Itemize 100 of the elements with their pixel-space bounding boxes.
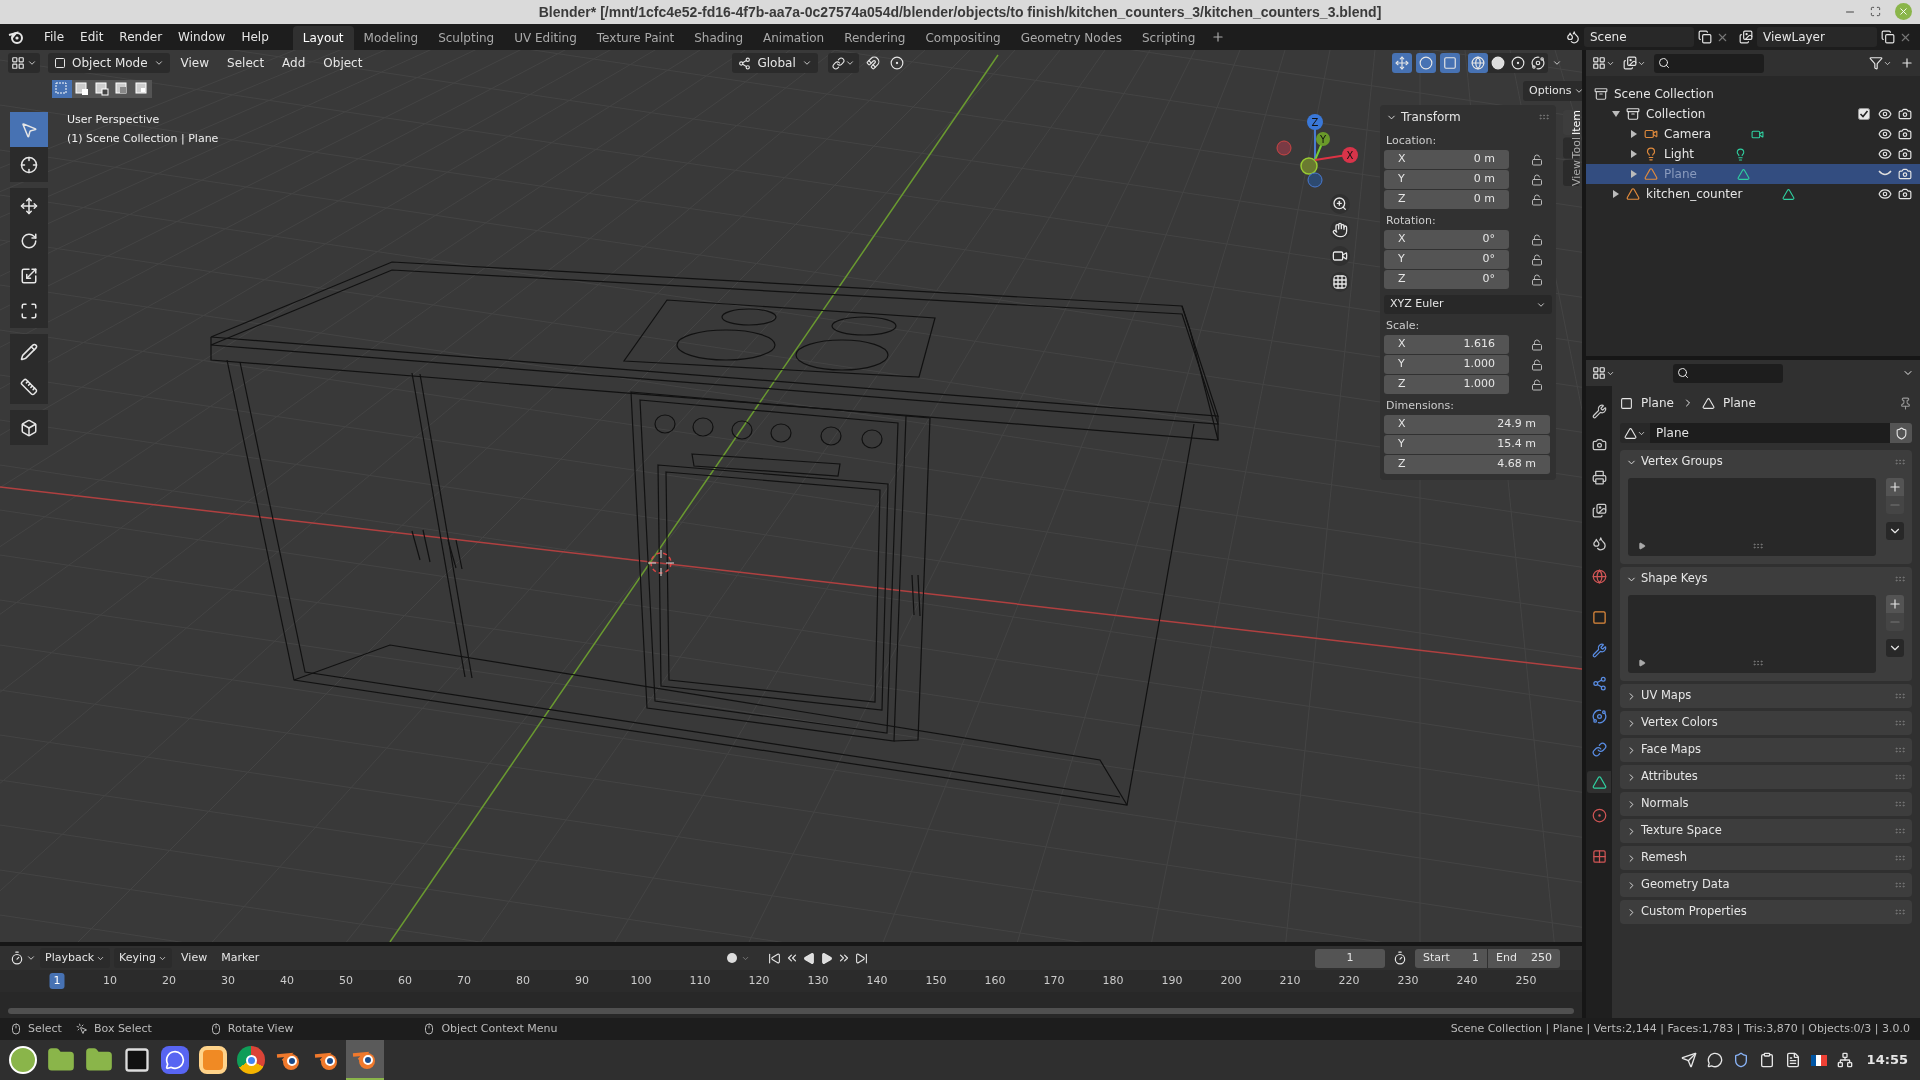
- frame-number[interactable]: 30: [217, 973, 240, 989]
- frame-number[interactable]: 220: [1334, 973, 1364, 989]
- value-field[interactable]: Z 1.000: [1384, 375, 1509, 394]
- frame-number[interactable]: 50: [335, 973, 358, 989]
- frame-number[interactable]: 80: [512, 973, 535, 989]
- value-field[interactable]: Z 0°: [1384, 270, 1509, 289]
- menu-item[interactable]: File: [36, 28, 73, 46]
- value-field[interactable]: X 1.616: [1384, 335, 1509, 354]
- frame-number[interactable]: 150: [921, 973, 951, 989]
- workspace-tab[interactable]: Texture Paint: [586, 26, 685, 50]
- start-frame-field[interactable]: Start 1: [1415, 948, 1487, 968]
- menu-item[interactable]: Object: [316, 54, 370, 72]
- sidebar-tab[interactable]: Tool: [1563, 137, 1579, 159]
- view-layer-field[interactable]: ViewLayer: [1757, 27, 1877, 47]
- workspace-tab[interactable]: Compositing: [915, 26, 1011, 50]
- group-label: Scale:: [1385, 318, 1421, 334]
- frame-number[interactable]: 160: [980, 973, 1010, 989]
- viewport-info-text: (1) Scene Collection | Plane: [67, 130, 219, 147]
- frame-number[interactable]: 60: [394, 973, 417, 989]
- panel-title[interactable]: Vertex Groups: [1641, 453, 1890, 471]
- sidebar-tab[interactable]: View: [1563, 160, 1579, 187]
- frame-number[interactable]: 90: [571, 973, 594, 989]
- breadcrumb-item[interactable]: Plane: [1641, 394, 1674, 412]
- scene-field[interactable]: Scene: [1584, 27, 1694, 47]
- mode-dropdown[interactable]: Object Mode: [48, 53, 170, 73]
- panel-title[interactable]: Shape Keys: [1641, 570, 1890, 588]
- axis-gizmo-drawing[interactable]: Z Y X: [1272, 110, 1364, 194]
- frame-number[interactable]: 130: [803, 973, 833, 989]
- breadcrumb-item[interactable]: Plane: [1722, 394, 1756, 412]
- frame-number[interactable]: 170: [1039, 973, 1069, 989]
- frame-number[interactable]: 250: [1511, 973, 1541, 989]
- value-field[interactable]: Y 1.000: [1384, 355, 1509, 374]
- menu-item[interactable]: View: [173, 54, 217, 72]
- panel-title[interactable]: UV Maps: [1641, 687, 1890, 705]
- panel-title[interactable]: Attributes: [1641, 768, 1890, 786]
- workspace-tab[interactable]: Rendering: [834, 26, 916, 50]
- end-frame-field[interactable]: End 250: [1488, 948, 1560, 968]
- panel-title[interactable]: Geometry Data: [1641, 876, 1890, 894]
- sidebar-tab[interactable]: Item: [1563, 110, 1579, 136]
- workspace-tab[interactable]: Sculpting: [428, 26, 505, 50]
- menu-item[interactable]: Help: [233, 28, 277, 46]
- menu-item[interactable]: Marker: [216, 948, 265, 968]
- panel-title[interactable]: Remesh: [1641, 849, 1890, 867]
- menu-item[interactable]: Edit: [72, 28, 112, 46]
- outliner-row[interactable]: Collection: [1586, 104, 1920, 124]
- panel-title[interactable]: Texture Space: [1641, 822, 1890, 840]
- status-hint: Select: [28, 1020, 62, 1037]
- frame-number[interactable]: 40: [276, 973, 299, 989]
- outliner-row[interactable]: Light: [1586, 144, 1920, 164]
- mesh-name-field[interactable]: Plane: [1650, 423, 1890, 443]
- scene-statistics: Scene Collection | Plane | Verts:2,144 | Faces:1,783 | Tris:3,870 | Objects:0/3 | 3.0.0: [1450, 1020, 1910, 1037]
- item-label: Collection: [1646, 106, 1706, 123]
- value-field[interactable]: Y 0°: [1384, 250, 1509, 269]
- value-field[interactable]: X 0 m: [1384, 150, 1509, 169]
- workspace-tab[interactable]: Shading: [684, 26, 753, 50]
- workspace-tab[interactable]: UV Editing: [504, 26, 587, 50]
- frame-number[interactable]: 230: [1393, 973, 1423, 989]
- workspace-tab[interactable]: Geometry Nodes: [1010, 26, 1132, 50]
- frame-number[interactable]: 110: [685, 973, 715, 989]
- value-field[interactable]: Z 4.68 m: [1384, 455, 1550, 474]
- workspace-tab[interactable]: Layout: [292, 26, 354, 50]
- frame-number[interactable]: 20: [158, 973, 181, 989]
- outliner-row[interactable]: Camera: [1586, 124, 1920, 144]
- options-dropdown[interactable]: Options: [1523, 81, 1582, 101]
- workspace-tab[interactable]: Scripting: [1131, 26, 1206, 50]
- menu-item[interactable]: Select: [220, 54, 272, 72]
- value-field[interactable]: Y 15.4 m: [1384, 435, 1550, 454]
- workspace-tab[interactable]: Modeling: [353, 26, 429, 50]
- menu-item[interactable]: Render: [111, 28, 171, 46]
- panel-title[interactable]: Transform: [1401, 108, 1534, 126]
- value-field[interactable]: X 24.9 m: [1384, 415, 1550, 434]
- frame-number[interactable]: 70: [453, 973, 476, 989]
- panel-title[interactable]: Normals: [1641, 795, 1890, 813]
- menu-item[interactable]: View: [176, 948, 213, 968]
- panel-title[interactable]: Custom Properties: [1641, 903, 1890, 921]
- panel-title[interactable]: Face Maps: [1641, 741, 1890, 759]
- frame-number[interactable]: 190: [1157, 973, 1187, 989]
- value-field[interactable]: Z 0 m: [1384, 190, 1509, 209]
- frame-number[interactable]: 1: [49, 973, 65, 989]
- current-frame-field[interactable]: 1: [1315, 948, 1385, 968]
- value-field[interactable]: X 0°: [1384, 230, 1509, 249]
- workspace-tab[interactable]: Animation: [753, 26, 835, 50]
- rotation-mode-dropdown[interactable]: XYZ Euler: [1384, 295, 1552, 314]
- outliner-row[interactable]: kitchen_counter: [1586, 184, 1920, 204]
- frame-number[interactable]: 200: [1216, 973, 1246, 989]
- menu-item[interactable]: Add: [275, 54, 313, 72]
- menu-item[interactable]: Window: [170, 28, 234, 46]
- outliner-row[interactable]: Scene Collection: [1586, 84, 1920, 104]
- panel-title[interactable]: Vertex Colors: [1641, 714, 1890, 732]
- menu-dropdown[interactable]: Keying: [114, 948, 173, 968]
- value-field[interactable]: Y 0 m: [1384, 170, 1509, 189]
- frame-number[interactable]: 120: [744, 973, 774, 989]
- frame-number[interactable]: 100: [626, 973, 656, 989]
- frame-number[interactable]: 240: [1452, 973, 1482, 989]
- frame-number[interactable]: 140: [862, 973, 892, 989]
- frame-number[interactable]: 210: [1275, 973, 1305, 989]
- frame-number[interactable]: 10: [99, 973, 122, 989]
- menu-dropdown[interactable]: Playback: [40, 948, 111, 968]
- frame-number[interactable]: 180: [1098, 973, 1128, 989]
- orientation-dropdown[interactable]: Global: [732, 53, 818, 73]
